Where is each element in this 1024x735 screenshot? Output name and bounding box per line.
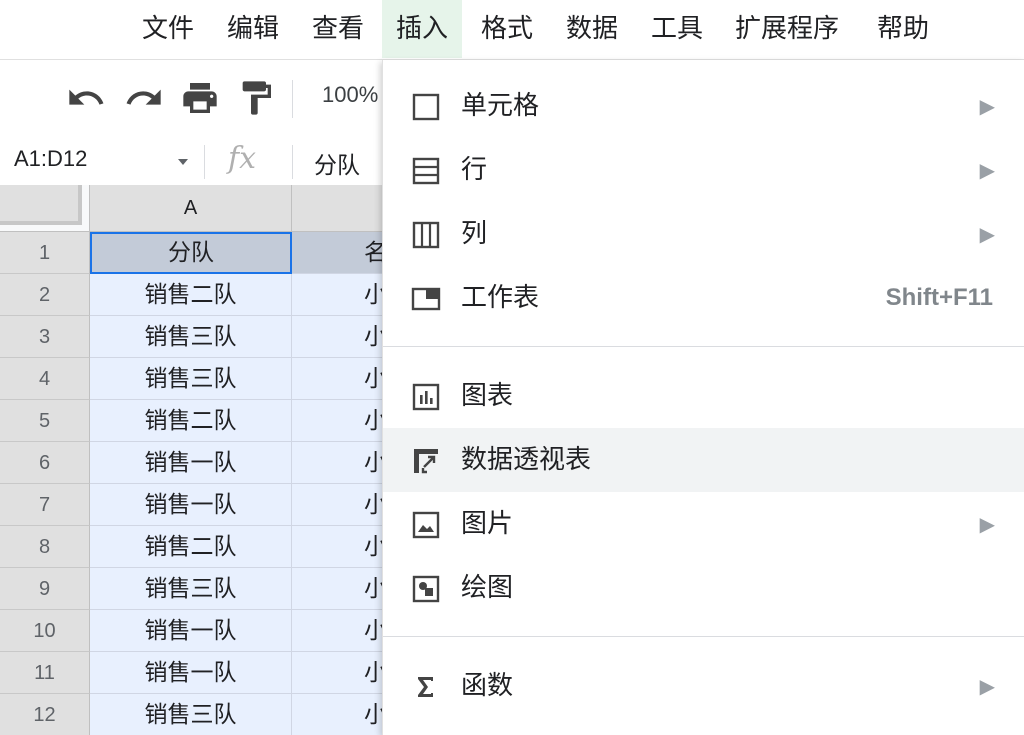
table-row: 5 销售二队 小 (0, 400, 420, 442)
row-header[interactable]: 7 (0, 484, 90, 526)
table-row: 1 分队 名 (0, 232, 420, 274)
table-row: 8 销售二队 小 (0, 526, 420, 568)
menu-item-label: 单元格 (461, 91, 540, 121)
menu-help[interactable]: 帮助 (863, 0, 943, 58)
drawing-icon (411, 574, 441, 604)
menu-view[interactable]: 查看 (298, 0, 378, 58)
toolbar-separator (292, 80, 293, 118)
cell[interactable]: 销售二队 (90, 400, 292, 442)
menu-file[interactable]: 文件 (128, 0, 208, 58)
cell[interactable]: 销售一队 (90, 652, 292, 694)
row-header[interactable]: 10 (0, 610, 90, 652)
menu-item-label: 图表 (461, 381, 514, 411)
name-box[interactable]: A1:D12 (14, 146, 87, 172)
chevron-down-icon[interactable] (178, 159, 188, 165)
menu-item-pivot-table[interactable]: 数据透视表 (383, 428, 1024, 492)
menu-separator (383, 636, 1024, 637)
cell[interactable]: 销售一队 (90, 484, 292, 526)
cell[interactable]: 销售三队 (90, 568, 292, 610)
table-row: 6 销售一队 小 (0, 442, 420, 484)
cell[interactable]: 销售二队 (90, 274, 292, 316)
row-header[interactable]: 4 (0, 358, 90, 400)
cell[interactable]: 销售三队 (90, 316, 292, 358)
row-header[interactable]: 1 (0, 232, 90, 274)
menu-item-label: 数据透视表 (461, 445, 592, 475)
rows-icon (411, 156, 441, 186)
print-icon[interactable] (180, 78, 220, 118)
menu-bar: 文件 编辑 查看 插入 格式 数据 工具 扩展程序 帮助 (0, 0, 1024, 60)
formula-bar-separator (292, 145, 293, 179)
row-header[interactable]: 12 (0, 694, 90, 735)
menu-insert[interactable]: 插入 (382, 0, 463, 58)
menu-format[interactable]: 格式 (467, 0, 547, 58)
menu-tools[interactable]: 工具 (637, 0, 717, 58)
cell[interactable]: 销售三队 (90, 358, 292, 400)
menu-item-chart[interactable]: 图表 (383, 364, 1024, 428)
menu-data[interactable]: 数据 (552, 0, 632, 58)
table-row: 3 销售三队 小 (0, 316, 420, 358)
menu-extensions[interactable]: 扩展程序 (721, 0, 853, 58)
menu-item-function[interactable]: 函数 ▶ (383, 654, 1024, 718)
columns-icon (411, 220, 441, 250)
menu-item-column[interactable]: 列 ▶ (383, 202, 1024, 266)
cell[interactable]: 销售一队 (90, 610, 292, 652)
menu-separator (383, 346, 1024, 347)
submenu-arrow-icon: ▶ (979, 222, 995, 246)
cell[interactable]: 分队 (90, 232, 292, 274)
paint-format-icon[interactable] (236, 78, 276, 118)
pivot-table-icon (411, 446, 441, 476)
row-header[interactable]: 3 (0, 316, 90, 358)
menu-item-drawing[interactable]: 绘图 (383, 556, 1024, 620)
chart-icon (411, 382, 441, 412)
menu-item-image[interactable]: 图片 ▶ (383, 492, 1024, 556)
cell-icon (411, 92, 441, 122)
cell[interactable]: 销售一队 (90, 442, 292, 484)
row-header[interactable]: 8 (0, 526, 90, 568)
cell[interactable]: 销售二队 (90, 526, 292, 568)
menu-item-label: 行 (461, 155, 488, 185)
table-row: 11 销售一队 小 (0, 652, 420, 694)
table-row: 4 销售三队 小 (0, 358, 420, 400)
menu-edit[interactable]: 编辑 (213, 0, 293, 58)
cell[interactable]: 销售三队 (90, 694, 292, 735)
undo-icon[interactable] (66, 78, 106, 118)
submenu-arrow-icon: ▶ (979, 512, 995, 536)
row-header[interactable]: 11 (0, 652, 90, 694)
submenu-arrow-icon: ▶ (979, 158, 995, 182)
formula-input[interactable]: 分队 (314, 146, 360, 180)
menu-item-cell[interactable]: 单元格 ▶ (383, 74, 1024, 138)
column-header-a[interactable]: A (90, 185, 292, 232)
table-row: 9 销售三队 小 (0, 568, 420, 610)
sigma-icon (411, 672, 441, 702)
row-header[interactable]: 5 (0, 400, 90, 442)
row-header[interactable]: 6 (0, 442, 90, 484)
menu-item-label: 工作表 (461, 283, 540, 313)
menu-item-label: 图片 (461, 509, 514, 539)
row-header[interactable]: 2 (0, 274, 90, 316)
submenu-arrow-icon: ▶ (979, 674, 995, 698)
menu-item-label: 绘图 (461, 573, 514, 603)
image-icon (411, 510, 441, 540)
menu-item-row[interactable]: 行 ▶ (383, 138, 1024, 202)
select-all-corner-shade (0, 185, 82, 225)
redo-icon[interactable] (124, 78, 164, 118)
table-row: 10 销售一队 小 (0, 610, 420, 652)
row-header[interactable]: 9 (0, 568, 90, 610)
insert-menu: 单元格 ▶ 行 ▶ 列 ▶ 工作表 Shift+F11 图表 数据透视表 图片 … (382, 60, 1024, 735)
fx-icon: fx (228, 141, 257, 176)
table-row: 2 销售二队 小 (0, 274, 420, 316)
menu-item-label: 函数 (461, 671, 514, 701)
zoom-select[interactable]: 100% (322, 82, 378, 108)
sheet-icon (411, 284, 441, 314)
table-row: 7 销售一队 小 (0, 484, 420, 526)
submenu-arrow-icon: ▶ (979, 94, 995, 118)
menu-item-sheet[interactable]: 工作表 Shift+F11 (383, 266, 1024, 330)
formula-bar-separator (204, 145, 205, 179)
shortcut-label: Shift+F11 (885, 284, 993, 311)
menu-item-label: 列 (461, 219, 488, 249)
table-row: 12 销售三队 小 (0, 694, 420, 735)
